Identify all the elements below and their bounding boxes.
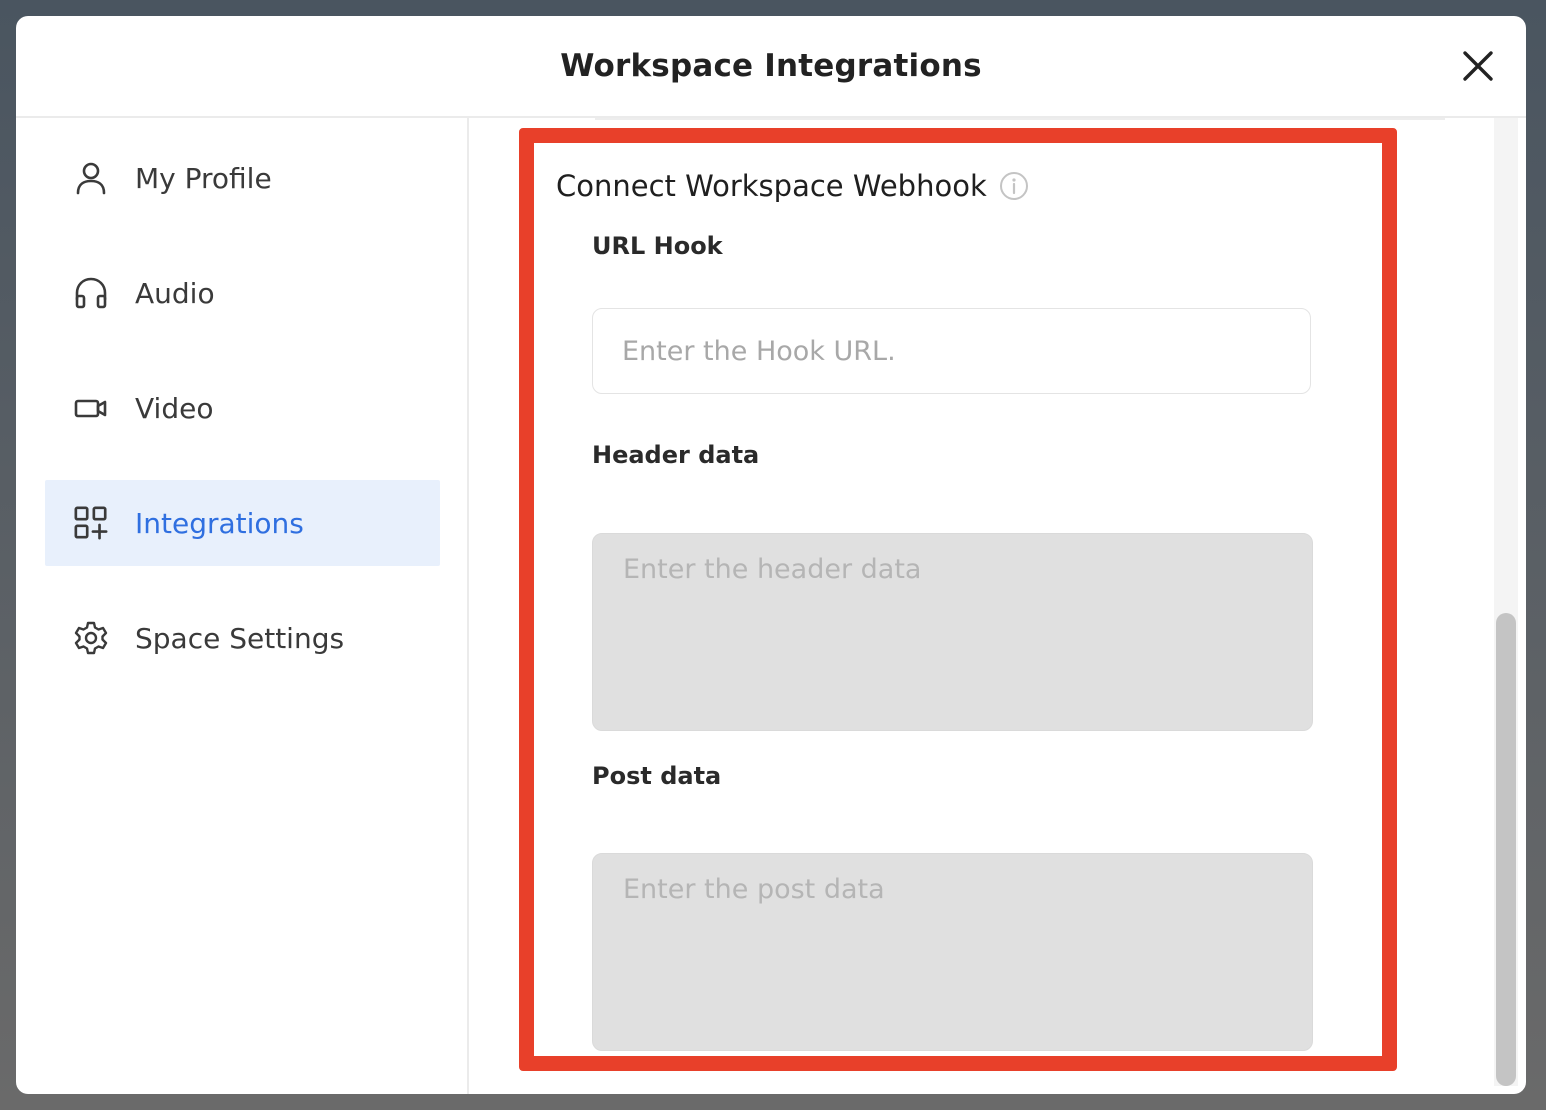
sidebar-item-my-profile[interactable]: My Profile <box>45 135 440 221</box>
section-divider <box>595 118 1445 120</box>
scrollbar-thumb[interactable] <box>1496 613 1516 1086</box>
post-data-label: Post data <box>592 762 722 790</box>
integrations-content: Connect Workspace Webhook URL Hook Heade… <box>471 118 1526 1094</box>
header-data-textarea[interactable] <box>592 533 1313 731</box>
sidebar-item-label: Audio <box>135 276 215 310</box>
sidebar-item-audio[interactable]: Audio <box>45 250 440 336</box>
integrations-grid-icon <box>73 505 109 541</box>
headphones-icon <box>73 275 109 311</box>
workspace-integrations-dialog: Workspace Integrations My Profile Audio … <box>16 16 1526 1094</box>
sidebar-item-label: My Profile <box>135 161 272 195</box>
url-hook-label: URL Hook <box>592 232 723 260</box>
info-icon[interactable] <box>999 171 1029 201</box>
user-icon <box>73 160 109 196</box>
webhook-section-title: Connect Workspace Webhook <box>556 169 1029 203</box>
scrollbar-track[interactable] <box>1494 118 1518 1086</box>
sidebar-item-label: Video <box>135 391 214 425</box>
post-data-textarea[interactable] <box>592 853 1313 1051</box>
section-title-text: Connect Workspace Webhook <box>556 169 987 203</box>
close-button[interactable] <box>1458 46 1498 86</box>
url-hook-input[interactable] <box>592 308 1311 394</box>
sidebar-item-video[interactable]: Video <box>45 365 440 451</box>
video-camera-icon <box>73 390 109 426</box>
dialog-header: Workspace Integrations <box>16 16 1526 118</box>
sidebar-item-label: Integrations <box>135 506 304 540</box>
settings-sidebar: My Profile Audio Video Integrations Spac… <box>16 118 469 1094</box>
sidebar-item-label: Space Settings <box>135 621 345 655</box>
gear-icon <box>73 620 109 656</box>
dialog-title: Workspace Integrations <box>560 48 982 84</box>
sidebar-item-integrations[interactable]: Integrations <box>45 480 440 566</box>
header-data-label: Header data <box>592 441 760 469</box>
close-icon <box>1463 51 1493 81</box>
sidebar-item-space-settings[interactable]: Space Settings <box>45 595 440 681</box>
